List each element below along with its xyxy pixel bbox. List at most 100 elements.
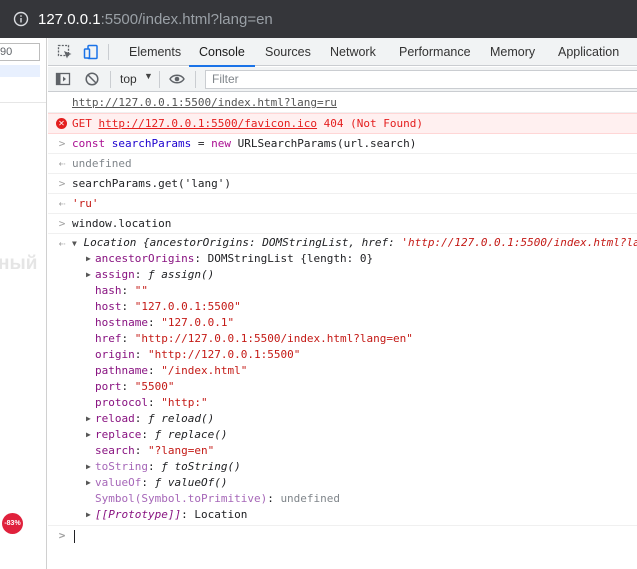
- console-result-line: ⇠ 'ru': [48, 194, 637, 214]
- tabbar-separator: [108, 44, 109, 60]
- device-toolbar-icon[interactable]: [83, 44, 99, 60]
- context-selector[interactable]: top: [120, 72, 137, 86]
- property-value: Location: [194, 508, 248, 521]
- property-key: port: [95, 380, 122, 393]
- result-arrow-icon: ⇠: [58, 197, 66, 210]
- object-property-row: pathname: "/index.html": [95, 364, 248, 377]
- console-toolbar: top ▼ Filter: [48, 67, 637, 92]
- property-value: ƒ assign(): [148, 268, 215, 281]
- object-property-row[interactable]: ▶ reload: ƒ reload(): [72, 411, 637, 427]
- code-identifier: searchParams: [111, 137, 192, 150]
- error-icon: ✕: [56, 118, 67, 129]
- tab-elements[interactable]: Elements: [129, 38, 181, 66]
- input-chevron-icon: >: [58, 217, 66, 230]
- tab-performance[interactable]: Performance: [399, 38, 471, 66]
- collapsed-triangle-icon[interactable]: ▶: [86, 475, 91, 491]
- property-key: host: [95, 300, 122, 313]
- property-value: undefined: [280, 492, 341, 505]
- tab-console[interactable]: Console: [189, 38, 255, 67]
- console-result-line: ⇠ undefined: [48, 154, 637, 174]
- collapsed-triangle-icon[interactable]: ▶: [86, 411, 91, 427]
- inspect-element-icon[interactable]: [57, 44, 73, 60]
- input-chevron-icon: >: [58, 137, 66, 150]
- error-link[interactable]: http://127.0.0.1:5500/favicon.ico: [99, 117, 318, 130]
- property-value: ƒ toString(): [161, 460, 241, 473]
- object-property-row[interactable]: ▶ replace: ƒ replace(): [72, 427, 637, 443]
- property-key: [[Prototype]]: [95, 508, 182, 521]
- property-key: search: [95, 444, 135, 457]
- console-error-line: ✕ GET http://127.0.0.1:5500/favicon.ico …: [48, 113, 637, 134]
- eye-icon[interactable]: [169, 71, 185, 87]
- tab-memory[interactable]: Memory: [490, 38, 535, 66]
- text-cursor: [74, 529, 75, 543]
- object-property-row[interactable]: ▶ assign: ƒ assign(): [72, 267, 637, 283]
- object-property-row[interactable]: ▶ toString: ƒ toString(): [72, 459, 637, 475]
- result-arrow-icon: ⇠: [58, 157, 66, 170]
- error-status: 404 (Not Found): [323, 117, 424, 130]
- discount-badge: -83%: [2, 513, 23, 534]
- result-value: undefined: [72, 157, 132, 170]
- collapsed-triangle-icon[interactable]: ▶: [86, 267, 91, 283]
- expanded-triangle-icon[interactable]: ▼: [72, 239, 77, 248]
- url-text[interactable]: 127.0.0.1:5500/index.html?lang=en: [38, 11, 273, 28]
- page-highlight-bar: [0, 65, 40, 77]
- property-key: origin: [95, 348, 135, 361]
- page-number-input[interactable]: 90: [0, 43, 40, 61]
- console-output: http://127.0.0.1:5500/index.html?lang=ru…: [48, 93, 637, 569]
- property-value: "http://127.0.0.1:5500/index.html?lang=e…: [134, 332, 413, 345]
- collapsed-triangle-icon[interactable]: ▶: [86, 507, 91, 523]
- property-key: replace: [95, 428, 142, 441]
- prompt-chevron-icon: >: [58, 529, 66, 542]
- console-input-line: > const searchParams = new URLSearchPara…: [48, 134, 637, 154]
- object-summary-text: Location {ancestorOrigins: DOMStringList…: [83, 236, 402, 249]
- property-key: pathname: [95, 364, 148, 377]
- property-value: ƒ replace(): [154, 428, 228, 441]
- code-keyword: new: [211, 137, 231, 150]
- property-key: reload: [95, 412, 135, 425]
- url-host: 127.0.0.1: [38, 11, 101, 28]
- object-summary-href: 'http://127.0.0.1:5500/index.html?la: [401, 236, 637, 249]
- code-text: URLSearchParams(url.search): [237, 137, 417, 150]
- collapsed-triangle-icon[interactable]: ▶: [86, 427, 91, 443]
- object-property-row: hash: "": [95, 284, 148, 297]
- property-key: hash: [95, 284, 122, 297]
- devtools-panel: Elements Console Sources Network Perform…: [48, 38, 637, 569]
- property-key: href: [95, 332, 122, 345]
- property-key: assign: [95, 268, 135, 281]
- clear-console-icon[interactable]: [84, 71, 100, 87]
- collapsed-triangle-icon[interactable]: ▶: [86, 459, 91, 475]
- property-value: ƒ reload(): [148, 412, 215, 425]
- tab-sources[interactable]: Sources: [265, 38, 311, 66]
- chevron-down-icon[interactable]: ▼: [144, 71, 153, 81]
- property-value: "127.0.0.1": [161, 316, 235, 329]
- object-property-row[interactable]: ▶ [[Prototype]]: Location: [72, 507, 637, 523]
- code-keyword: const: [72, 137, 106, 150]
- object-property-row[interactable]: ▶ ancestorOrigins: DOMStringList {length:…: [72, 251, 637, 267]
- property-value: "127.0.0.1:5500": [134, 300, 241, 313]
- log-link[interactable]: http://127.0.0.1:5500/index.html?lang=ru: [72, 96, 337, 109]
- collapsed-triangle-icon[interactable]: ▶: [86, 251, 91, 267]
- object-property-row: search: "?lang=en": [95, 444, 215, 457]
- tab-network[interactable]: Network: [330, 38, 376, 66]
- console-input-line: > searchParams.get('lang'): [48, 174, 637, 194]
- object-property-row[interactable]: ▶ valueOf: ƒ valueOf(): [72, 475, 637, 491]
- property-value: "/index.html": [161, 364, 248, 377]
- code-operator: =: [197, 137, 205, 150]
- result-arrow-icon: ⇠: [58, 237, 66, 250]
- toolbar-separator: [159, 71, 160, 88]
- filter-input[interactable]: Filter: [205, 70, 637, 89]
- tab-application[interactable]: Application: [558, 38, 619, 66]
- info-icon[interactable]: [13, 11, 29, 27]
- console-input-line: > window.location: [48, 214, 637, 234]
- property-key: toString: [95, 460, 148, 473]
- console-prompt[interactable]: >: [48, 526, 637, 546]
- property-key: Symbol(Symbol.toPrimitive): [95, 492, 268, 505]
- property-key: hostname: [95, 316, 148, 329]
- object-summary[interactable]: ▼ Location {ancestorOrigins: DOMStringLi…: [72, 234, 637, 251]
- object-property-row: hostname: "127.0.0.1": [95, 316, 235, 329]
- sidebar-toggle-icon[interactable]: [55, 71, 71, 87]
- console-object-result: ⇠ ▼ Location {ancestorOrigins: DOMString…: [48, 234, 637, 526]
- property-key: protocol: [95, 396, 148, 409]
- browser-address-bar[interactable]: 127.0.0.1:5500/index.html?lang=en: [0, 0, 637, 38]
- property-value: "5500": [134, 380, 175, 393]
